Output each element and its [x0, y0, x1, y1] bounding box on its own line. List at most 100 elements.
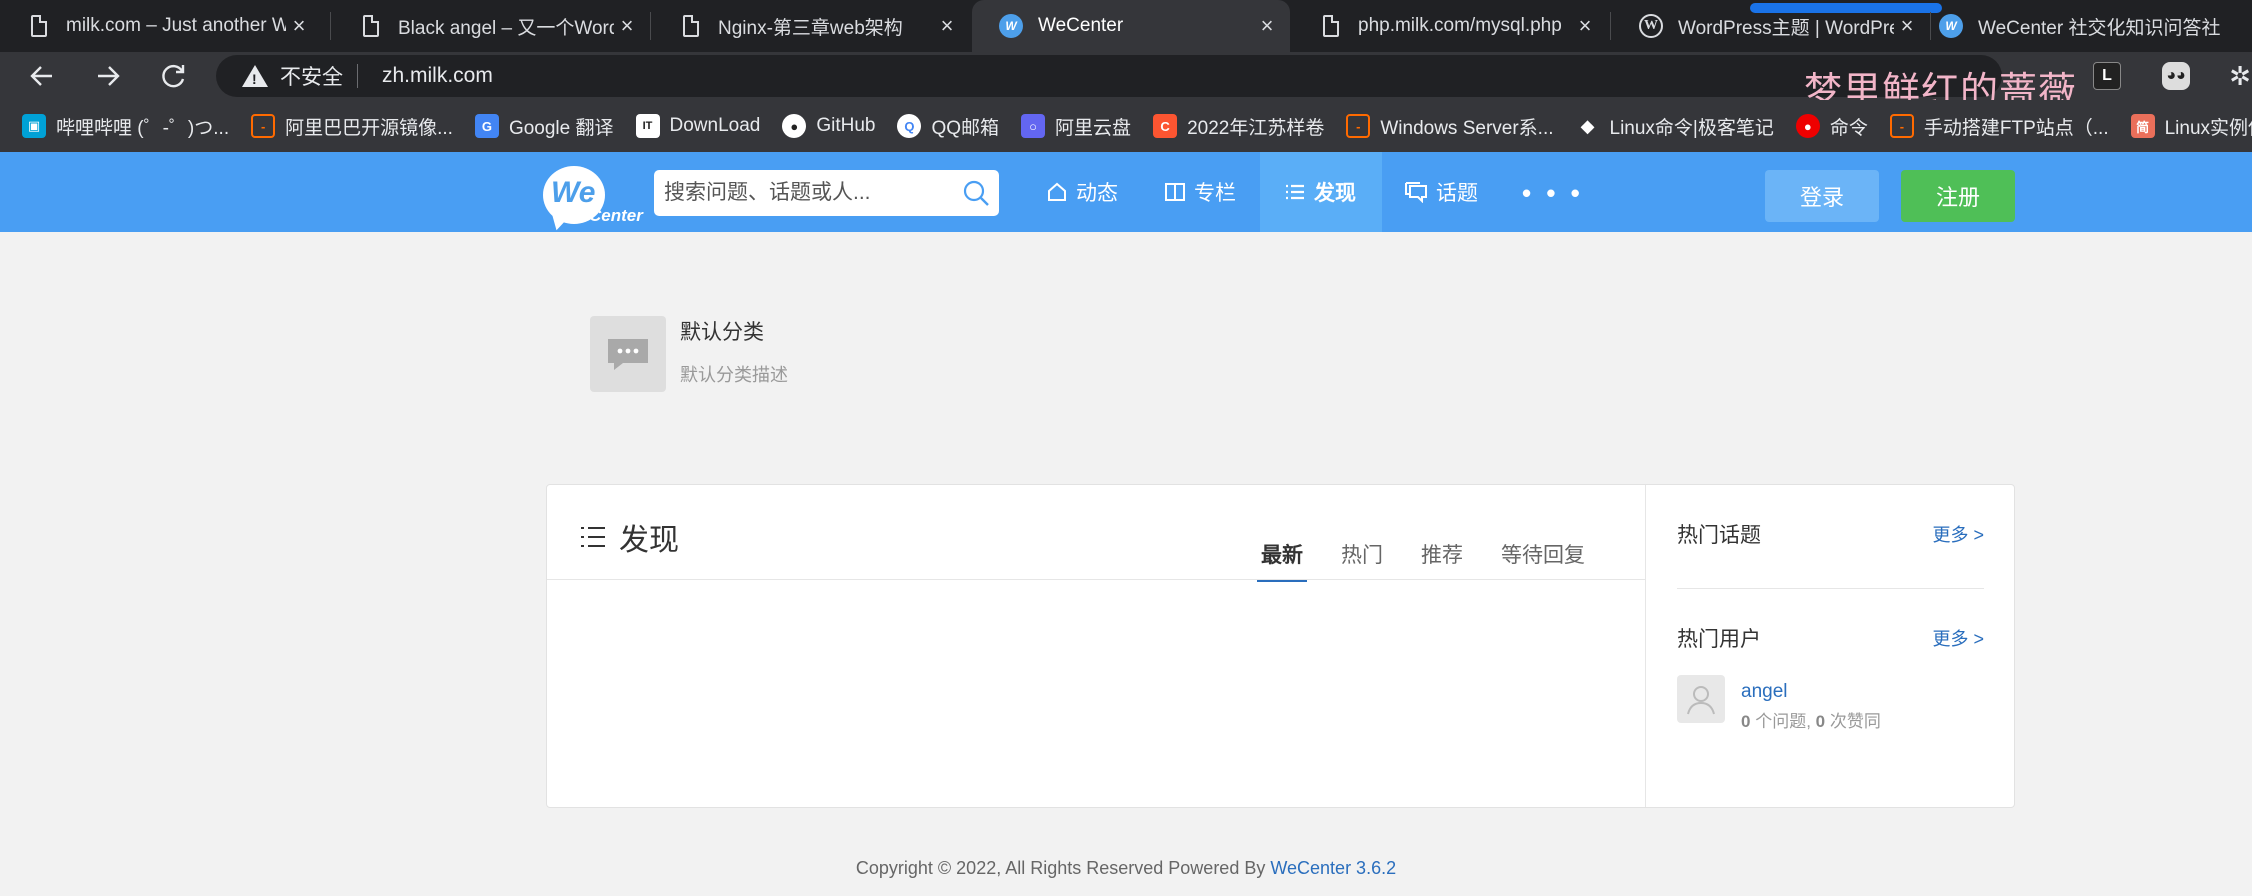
- category-icon[interactable]: [590, 316, 666, 392]
- address-bar[interactable]: ! 不安全 zh.milk.com: [216, 55, 2002, 97]
- logo-text: We: [551, 176, 596, 209]
- bookmark-item[interactable]: G Google 翻译: [474, 113, 614, 140]
- extension-icon[interactable]: ◕◕: [2162, 62, 2190, 90]
- bookmark-label: Linux命令|极客笔记: [1609, 117, 1774, 139]
- csdn-icon: C: [1153, 114, 1178, 138]
- warning-icon[interactable]: !: [242, 65, 268, 87]
- close-icon[interactable]: ×: [934, 13, 960, 39]
- wecenter-logo[interactable]: We Center: [543, 166, 643, 228]
- hot-users-more-link[interactable]: 更多 >: [1932, 625, 1984, 651]
- question-count: 0: [1741, 712, 1751, 731]
- nav-item-dynamic[interactable]: 动态: [1046, 152, 1118, 232]
- tab-latest[interactable]: 最新: [1257, 539, 1307, 582]
- tab-separator: [650, 12, 651, 40]
- url-text[interactable]: zh.milk.com: [382, 64, 493, 88]
- bilibili-icon: ▣: [22, 114, 46, 138]
- aliyun-icon: -: [1346, 114, 1371, 138]
- bookmark-item[interactable]: ● 命令: [1795, 113, 1868, 140]
- divider: [1677, 588, 1984, 589]
- nav-item-columns[interactable]: 专栏: [1164, 152, 1236, 232]
- bookmark-item[interactable]: 简 Linux实例使用v: [2130, 113, 2252, 140]
- list-icon: [1286, 184, 1304, 200]
- chat-bubble-icon: [608, 339, 648, 370]
- bookmark-item[interactable]: ▣ 哔哩哔哩 (゜-゜)つ...: [22, 113, 229, 140]
- hot-topics-more-link[interactable]: 更多 >: [1932, 521, 1984, 547]
- tab-title: WordPress主题 | WordPress: [1678, 17, 1894, 39]
- bookmark-item[interactable]: - 手动搭建FTP站点（...: [1889, 113, 2109, 140]
- tab-separator: [1610, 12, 1611, 40]
- chat-icon: [1405, 182, 1427, 203]
- register-button[interactable]: 注册: [1901, 170, 2015, 222]
- close-icon[interactable]: ×: [1894, 13, 1920, 39]
- panel-title-text: 发现: [619, 524, 679, 557]
- bookmark-item[interactable]: ◆ Linux命令|极客笔记: [1576, 113, 1774, 140]
- security-label[interactable]: 不安全: [280, 61, 343, 91]
- forward-button[interactable]: [90, 58, 126, 94]
- bookmark-label: GitHub: [816, 115, 876, 136]
- discover-panel: 发现 最新 热门 推荐 等待回复 热门话题 更多 > 热门用户 更多 > ang…: [546, 484, 2015, 808]
- nav-label: 发现: [1314, 182, 1356, 205]
- google-translate-icon: G: [474, 114, 499, 138]
- avatar[interactable]: [1677, 675, 1725, 723]
- tab-separator: [330, 12, 331, 40]
- browser-tab[interactable]: Nginx-第三章web架构 ×: [652, 0, 970, 52]
- nav-label: 专栏: [1194, 182, 1236, 205]
- bookmark-label: QQ邮箱: [931, 117, 1000, 139]
- category-name[interactable]: 默认分类: [680, 316, 764, 346]
- arrow-left-icon: [30, 66, 52, 86]
- nav-item-topics[interactable]: 话题: [1404, 152, 1478, 232]
- close-icon[interactable]: ×: [1254, 13, 1280, 39]
- footer: Copyright © 2022, All Rights Reserved Po…: [0, 858, 2252, 879]
- browser-tab[interactable]: W WordPress主题 | WordPress ×: [1612, 0, 1930, 52]
- vote-count-label: 次赞同: [1829, 712, 1881, 731]
- category-description: 默认分类描述: [680, 365, 788, 385]
- bookmark-item[interactable]: - Windows Server系...: [1346, 113, 1554, 140]
- browser-tab[interactable]: Black angel – 又一个WordPr ×: [332, 0, 650, 52]
- tab-title: milk.com – Just another Wo: [66, 15, 286, 36]
- reload-button[interactable]: [156, 58, 192, 94]
- search-icon[interactable]: [961, 178, 991, 208]
- browser-tab[interactable]: php.milk.com/mysql.php ×: [1292, 0, 1608, 52]
- bookmark-item[interactable]: C 2022年江苏样卷: [1153, 113, 1324, 140]
- vote-count: 0: [1815, 712, 1826, 731]
- divider: [547, 579, 1646, 580]
- extension-icon[interactable]: L: [2093, 62, 2121, 90]
- tab-awaiting-reply[interactable]: 等待回复: [1497, 539, 1589, 582]
- bookmark-item[interactable]: IT DownLoad: [635, 114, 760, 138]
- tab-title: Black angel – 又一个WordPr: [398, 17, 614, 39]
- close-icon[interactable]: ×: [286, 13, 312, 39]
- wordpress-icon: W: [1638, 13, 1664, 39]
- bookmark-item[interactable]: ● GitHub: [782, 114, 875, 138]
- browser-tab[interactable]: W WeCenter 社交化知识问答社: [1932, 0, 2252, 52]
- search-input[interactable]: [664, 181, 944, 205]
- close-icon[interactable]: ×: [614, 13, 640, 39]
- site-header: We Center 动态 专栏 发现 话题 • • • 登录 注册: [0, 152, 2252, 232]
- tab-title: php.milk.com/mysql.php: [1358, 15, 1562, 36]
- redhat-icon: ●: [1795, 114, 1820, 138]
- tab-title: Nginx-第三章web架构: [718, 17, 903, 39]
- bookmark-item[interactable]: ○ 阿里云盘: [1021, 113, 1131, 140]
- more-menu-icon[interactable]: • • •: [1522, 178, 1584, 209]
- tab-recommended[interactable]: 推荐: [1417, 539, 1467, 582]
- puzzle-icon[interactable]: ✲: [2226, 61, 2252, 91]
- close-icon[interactable]: ×: [1572, 13, 1598, 39]
- nav-label: 话题: [1436, 182, 1478, 205]
- login-button[interactable]: 登录: [1765, 170, 1879, 222]
- bookmark-item[interactable]: - 阿里巴巴开源镜像...: [251, 113, 453, 140]
- panel-title: 发现: [579, 515, 679, 559]
- user-name-link[interactable]: angel: [1741, 681, 1788, 703]
- download-icon: IT: [635, 114, 660, 138]
- tab-hot[interactable]: 热门: [1337, 539, 1387, 582]
- footer-wecenter-link[interactable]: WeCenter 3.6.2: [1270, 858, 1396, 878]
- nav-item-discover[interactable]: 发现: [1260, 152, 1382, 232]
- page-icon: [678, 13, 704, 39]
- bookmark-item[interactable]: Q QQ邮箱: [897, 113, 999, 140]
- page-icon: [1318, 13, 1344, 39]
- wecenter-icon: W: [998, 13, 1024, 39]
- browser-tab-active[interactable]: W WeCenter ×: [972, 0, 1290, 52]
- bookmarks-bar: ▣ 哔哩哔哩 (゜-゜)つ... - 阿里巴巴开源镜像... G Google …: [0, 100, 2252, 152]
- browser-tab[interactable]: milk.com – Just another Wo ×: [0, 0, 322, 52]
- back-button[interactable]: [24, 58, 60, 94]
- user-stats: 0 个问题, 0 次赞同: [1741, 707, 1881, 732]
- bookmark-label: 手动搭建FTP站点（...: [1923, 117, 2109, 139]
